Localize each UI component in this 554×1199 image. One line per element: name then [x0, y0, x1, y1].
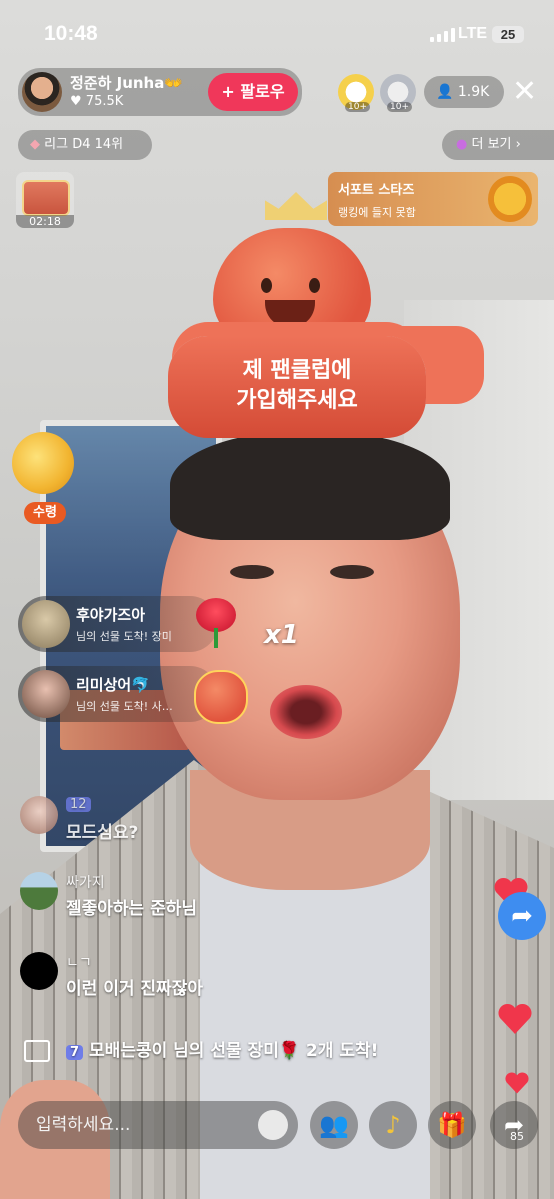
- league-badge[interactable]: ◆ 리그 D4 14위: [18, 130, 152, 160]
- coin-cup-icon: [488, 176, 532, 222]
- guest-join-icon[interactable]: 👥: [310, 1101, 358, 1149]
- rose-gift-icon: [192, 598, 240, 648]
- streamer-hair: [170, 430, 450, 540]
- streamer-mouth: [270, 685, 342, 739]
- chat-text: 이런 이거 진짜잖아: [66, 979, 203, 999]
- more-button[interactable]: ● 더 보기 ›: [442, 130, 554, 160]
- chat-username: 12: [66, 796, 97, 812]
- gift-combo: x1: [264, 620, 299, 650]
- rank-level: 10+: [387, 102, 412, 112]
- gift-icon: [24, 1040, 50, 1062]
- more-label: 더 보기: [471, 137, 512, 152]
- share-count: 85: [510, 1130, 524, 1143]
- host-avatar[interactable]: [22, 72, 62, 112]
- chat-username: ㄴㄱ: [66, 955, 92, 971]
- host-likes-count: 75.5K: [85, 94, 124, 109]
- chat-avatar[interactable]: [20, 872, 58, 910]
- battery-icon: 25: [492, 26, 524, 43]
- chat-avatar[interactable]: [20, 952, 58, 990]
- gift-banner: 후야가즈아 님의 선물 도착! 장미: [18, 596, 218, 652]
- top-gifter-avatar[interactable]: 10+: [380, 74, 416, 112]
- clock: 10:48: [44, 22, 98, 45]
- support-subtitle: 랭킹에 들지 못함: [338, 206, 416, 219]
- person-icon: 👤: [436, 84, 454, 100]
- input-placeholder: 입력하세요...: [36, 1115, 131, 1135]
- chevron-right-icon: ›: [515, 137, 521, 152]
- viewer-count[interactable]: 👤 1.9K: [424, 76, 504, 108]
- gift-text: 님의 선물 도착! 사…: [76, 700, 173, 713]
- sender-name: 리미상어🐬: [76, 676, 150, 694]
- heart-icon: ♥: [70, 94, 82, 109]
- chest-timer: 02:18: [16, 215, 74, 228]
- fanclub-line1: 제 팬클럽에: [242, 358, 352, 383]
- coin-icon: [12, 432, 74, 494]
- signal-icon: [430, 28, 455, 42]
- chat-text: 모드심요?: [66, 823, 139, 843]
- top-gifter-avatar[interactable]: 10+: [338, 74, 374, 112]
- gem-icon: ◆: [30, 137, 40, 152]
- sender-avatar: [22, 670, 70, 718]
- heart-gift-icon: [194, 670, 248, 724]
- comment-input[interactable]: 입력하세요...: [18, 1101, 298, 1149]
- gift-button-icon[interactable]: 🎁: [428, 1101, 476, 1149]
- support-title: 서포트 스타즈: [338, 183, 415, 198]
- chat-username: 싸가지: [66, 875, 105, 891]
- share-arrow-icon[interactable]: ➦: [498, 892, 546, 940]
- level-badge: 7: [66, 1045, 84, 1060]
- gift-text: 님의 선물 도착! 장미: [76, 630, 172, 643]
- host-info[interactable]: 정준하 Junha👐 ♥ 75.5K + 팔로우: [18, 68, 302, 116]
- league-label: 리그 D4 14위: [44, 137, 124, 152]
- host-likes: ♥ 75.5K: [70, 94, 123, 109]
- gift-banner: 리미상어🐬 님의 선물 도착! 사…: [18, 666, 218, 722]
- rank-level: 10+: [345, 102, 370, 112]
- streamer-eye: [330, 565, 374, 579]
- chat-text: 젤좋아하는 준하님: [66, 899, 198, 919]
- treasure-chest[interactable]: 02:18: [16, 172, 74, 228]
- gift-system-message: 7 모배는콩이 님의 선물 장미🌹 2개 도착!: [24, 1036, 544, 1066]
- level-badge: 12: [66, 797, 91, 812]
- close-icon[interactable]: ✕: [512, 77, 537, 107]
- system-text: 모배는콩이 님의 선물 장미🌹 2개 도착!: [89, 1041, 379, 1061]
- chat-avatar[interactable]: [20, 796, 58, 834]
- support-stars-card[interactable]: 서포트 스타즈 랭킹에 들지 못함: [328, 172, 538, 226]
- tiktok-coin-icon[interactable]: ♪: [369, 1101, 417, 1149]
- fanclub-banner[interactable]: 제 팬클럽에 가입해주세요: [168, 336, 426, 438]
- chest-icon: [22, 180, 70, 216]
- sender-name: 후야가즈아: [76, 606, 146, 624]
- fanclub-line2: 가입해주세요: [236, 388, 358, 413]
- planet-icon: ●: [456, 137, 468, 152]
- follow-label: 팔로우: [240, 82, 285, 101]
- host-name: 정준하 Junha👐: [70, 74, 184, 92]
- plus-icon: +: [221, 82, 235, 101]
- follow-button[interactable]: + 팔로우: [208, 73, 298, 111]
- claim-label: 수령: [24, 502, 66, 524]
- viewer-count-value: 1.9K: [457, 84, 490, 100]
- claim-coins[interactable]: 수령: [12, 432, 76, 524]
- emoji-icon[interactable]: [258, 1110, 288, 1140]
- sender-avatar: [22, 600, 70, 648]
- streamer-eye: [230, 565, 274, 579]
- network-type: LTE: [458, 25, 488, 42]
- status-bar: 10:48 LTE 25: [0, 22, 554, 50]
